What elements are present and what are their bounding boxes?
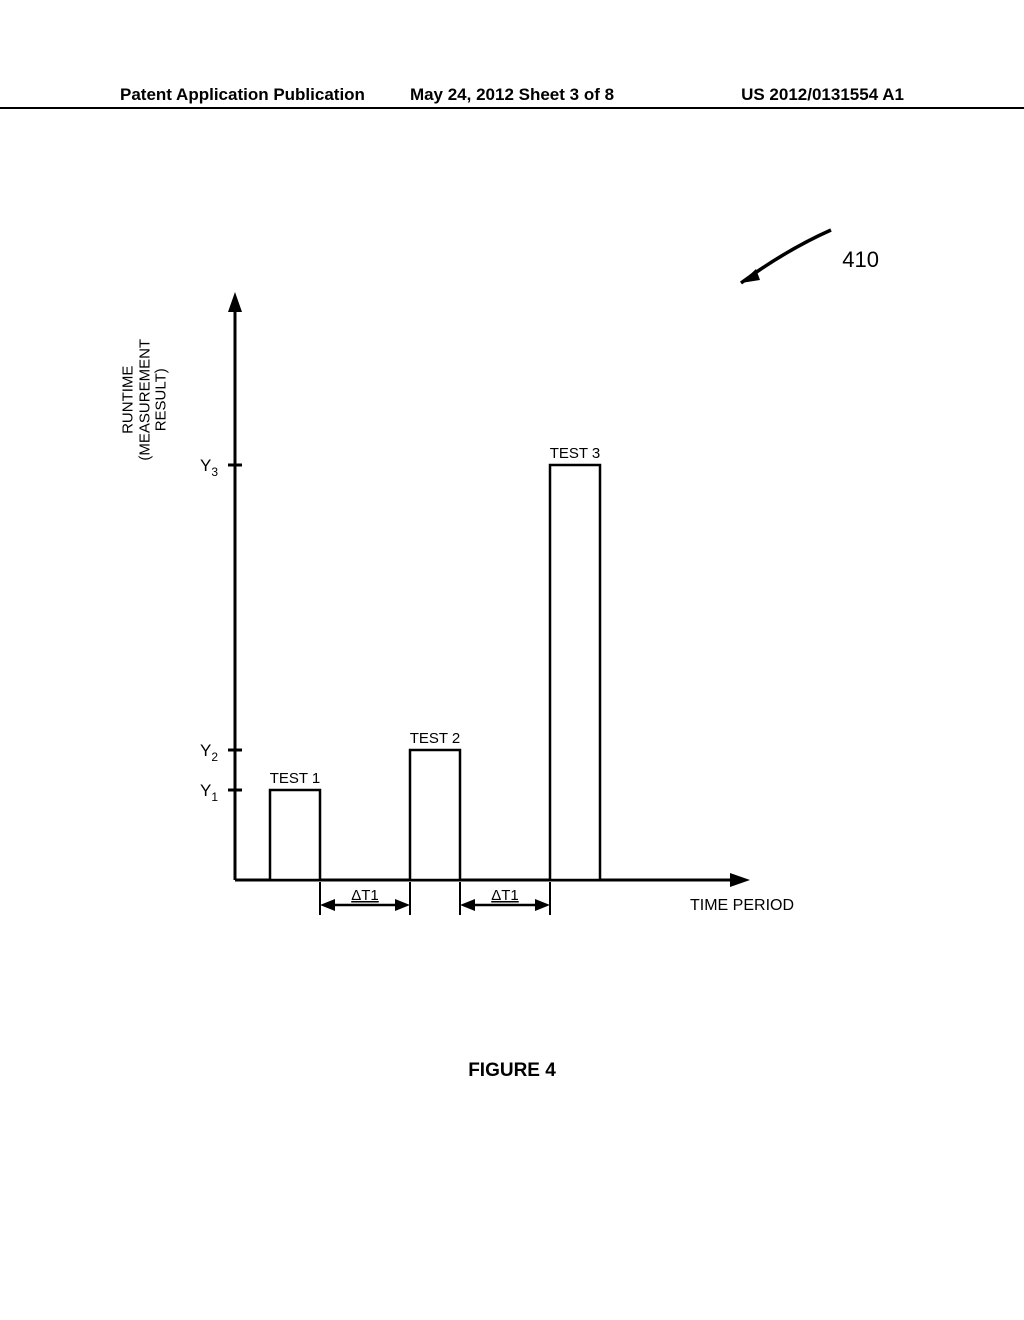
bar-label-1: TEST 1 [270,770,321,787]
header-left: Patent Application Publication [120,85,381,105]
y2-tick: Y2 [200,741,218,764]
bar-label-3: TEST 3 [550,445,601,462]
reference-arrow: 410 [726,225,879,295]
bar-label-2: TEST 2 [410,730,461,747]
chart-svg: Y3 Y2 Y1 TEST 1 TEST 2 TEST 3 ΔT1 ΔT1 TI… [120,290,840,990]
swoosh-arrow-icon [726,225,836,295]
reference-number: 410 [842,247,879,273]
y1-tick: Y1 [200,781,218,804]
bar-test-1 [270,790,320,880]
header-right: US 2012/0131554 A1 [643,85,904,105]
x-axis-label: TIME PERIOD [690,897,794,914]
y3-tick: Y3 [200,456,218,479]
page-header: Patent Application Publication May 24, 2… [0,85,1024,109]
chart: RUNTIME (MEASUREMENT RESULT) Y3 Y2 Y1 TE… [120,290,840,990]
figure-caption: FIGURE 4 [0,1060,1024,1082]
delta-label-2: ΔT1 [491,887,519,904]
bar-test-3 [550,465,600,880]
bar-test-2 [410,750,460,880]
delta-label-1: ΔT1 [351,887,379,904]
header-center: May 24, 2012 Sheet 3 of 8 [381,85,642,105]
